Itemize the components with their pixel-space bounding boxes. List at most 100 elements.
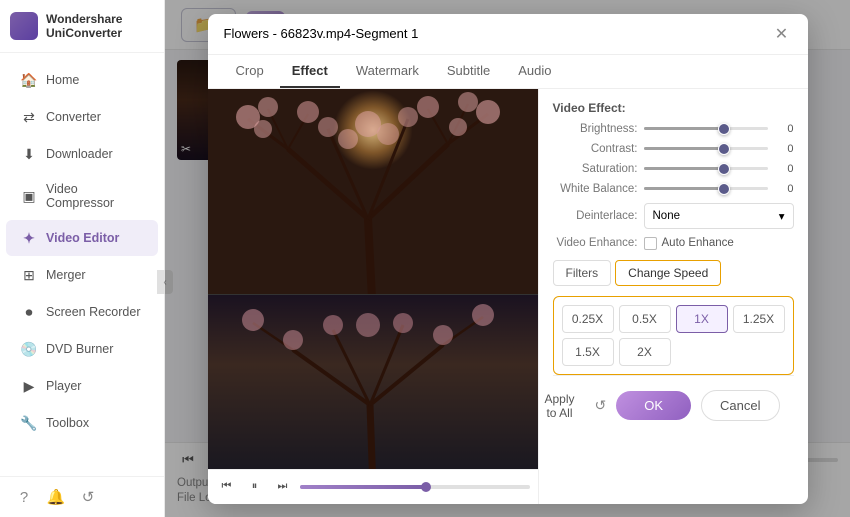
saturation-slider[interactable] bbox=[644, 167, 768, 170]
brightness-label: Brightness: bbox=[553, 123, 638, 135]
modal-footer: Apply to All ↺ OK Cancel bbox=[553, 375, 794, 436]
sidebar-item-dvd-label: DVD Burner bbox=[46, 342, 113, 356]
sidebar-item-home-label: Home bbox=[46, 73, 79, 87]
apply-to-all-label: Apply to All bbox=[544, 392, 574, 420]
saturation-thumb[interactable] bbox=[718, 163, 730, 175]
tab-change-speed[interactable]: Change Speed bbox=[615, 260, 721, 286]
tab-crop[interactable]: Crop bbox=[224, 55, 276, 88]
screen-recorder-icon: ⏺ bbox=[20, 303, 38, 321]
home-icon: 🏠 bbox=[20, 71, 38, 89]
brightness-slider[interactable] bbox=[644, 127, 768, 130]
white-balance-fill bbox=[644, 187, 725, 190]
sidebar-item-editor-label: Video Editor bbox=[46, 231, 119, 245]
merger-icon: ⊞ bbox=[20, 266, 38, 284]
auto-enhance-container: Auto Enhance bbox=[644, 237, 734, 250]
sidebar-item-compressor-label: Video Compressor bbox=[46, 182, 144, 210]
sidebar-item-converter[interactable]: ⇄ Converter bbox=[6, 99, 158, 135]
speed-btn-1[interactable]: 1X bbox=[676, 305, 728, 333]
speed-btn-2[interactable]: 2X bbox=[619, 338, 671, 366]
speed-btn-05[interactable]: 0.5X bbox=[619, 305, 671, 333]
help-icon[interactable]: ? bbox=[14, 487, 34, 507]
sidebar-header: Wondershare UniConverter bbox=[0, 0, 164, 53]
modal-close-button[interactable]: ✕ bbox=[772, 24, 792, 44]
ok-button[interactable]: OK bbox=[616, 391, 691, 420]
modal-next-button[interactable]: ⏭ bbox=[272, 476, 294, 498]
white-balance-label: White Balance: bbox=[553, 183, 638, 195]
video-editor-icon: ✦ bbox=[20, 229, 38, 247]
filter-tabs: Filters Change Speed bbox=[553, 260, 794, 286]
video-enhance-row: Video Enhance: Auto Enhance bbox=[553, 237, 794, 250]
tree-svg bbox=[208, 89, 538, 295]
modal-title: Flowers - 66823v.mp4-Segment 1 bbox=[224, 26, 419, 41]
sidebar-item-downloader-label: Downloader bbox=[46, 147, 113, 161]
dvd-burner-icon: 💿 bbox=[20, 340, 38, 358]
sidebar: Wondershare UniConverter 🏠 Home ⇄ Conver… bbox=[0, 0, 165, 517]
sidebar-footer: ? 🔔 ↺ bbox=[0, 476, 164, 517]
saturation-fill bbox=[644, 167, 725, 170]
apply-to-all-button[interactable]: Apply to All bbox=[538, 386, 585, 426]
brightness-value: 0 bbox=[774, 123, 794, 135]
speed-btn-025[interactable]: 0.25X bbox=[562, 305, 614, 333]
speed-grid: 0.25X 0.5X 1X 1.25X 1.5X 2X bbox=[553, 296, 794, 375]
sidebar-item-toolbox[interactable]: 🔧 Toolbox bbox=[6, 405, 158, 441]
modal-overlay: Flowers - 66823v.mp4-Segment 1 ✕ Crop Ef… bbox=[165, 0, 850, 517]
sidebar-item-dvd-burner[interactable]: 💿 DVD Burner bbox=[6, 331, 158, 367]
tab-effect[interactable]: Effect bbox=[280, 55, 340, 88]
auto-enhance-checkbox[interactable] bbox=[644, 237, 657, 250]
toolbox-icon: 🔧 bbox=[20, 414, 38, 432]
deinterlace-label: Deinterlace: bbox=[553, 210, 638, 222]
main-content: 📁+ ✂ ✂ ⏮ ⏸ ⏭ Output Format: Fi bbox=[165, 0, 850, 517]
video-compressor-icon: ▣ bbox=[20, 187, 38, 205]
modal-pause-button[interactable]: ⏸ bbox=[244, 476, 266, 498]
deinterlace-select[interactable]: None ▾ bbox=[644, 203, 794, 229]
sidebar-item-merger-label: Merger bbox=[46, 268, 86, 282]
saturation-label: Saturation: bbox=[553, 163, 638, 175]
tab-watermark[interactable]: Watermark bbox=[344, 55, 431, 88]
modal-body: Output Preview 00:01/00:06 bbox=[208, 89, 808, 504]
deinterlace-row: Deinterlace: None ▾ bbox=[553, 203, 794, 229]
white-balance-thumb[interactable] bbox=[718, 183, 730, 195]
brightness-fill bbox=[644, 127, 725, 130]
sidebar-item-downloader[interactable]: ⬇ Downloader bbox=[6, 136, 158, 172]
speed-btn-125[interactable]: 1.25X bbox=[733, 305, 785, 333]
cancel-button[interactable]: Cancel bbox=[701, 390, 779, 421]
contrast-thumb[interactable] bbox=[718, 143, 730, 155]
downloader-icon: ⬇ bbox=[20, 145, 38, 163]
modal-video-top: Output Preview 00:01/00:06 bbox=[208, 89, 538, 295]
edit-modal: Flowers - 66823v.mp4-Segment 1 ✕ Crop Ef… bbox=[208, 14, 808, 504]
white-balance-row: White Balance: 0 bbox=[553, 183, 794, 195]
contrast-row: Contrast: 0 bbox=[553, 143, 794, 155]
sidebar-item-converter-label: Converter bbox=[46, 110, 101, 124]
contrast-fill bbox=[644, 147, 725, 150]
tab-subtitle[interactable]: Subtitle bbox=[435, 55, 502, 88]
sidebar-item-player[interactable]: ▶ Player bbox=[6, 368, 158, 404]
modal-progress-bar[interactable] bbox=[300, 485, 530, 489]
sidebar-item-video-compressor[interactable]: ▣ Video Compressor bbox=[6, 173, 158, 219]
reset-icon[interactable]: ↺ bbox=[595, 397, 607, 414]
white-balance-slider[interactable] bbox=[644, 187, 768, 190]
speed-btn-15[interactable]: 1.5X bbox=[562, 338, 614, 366]
sidebar-item-merger[interactable]: ⊞ Merger bbox=[6, 257, 158, 293]
tab-audio[interactable]: Audio bbox=[506, 55, 563, 88]
sidebar-item-home[interactable]: 🏠 Home bbox=[6, 62, 158, 98]
sidebar-nav: 🏠 Home ⇄ Converter ⬇ Downloader ▣ Video … bbox=[0, 53, 164, 476]
sidebar-item-screen-recorder[interactable]: ⏺ Screen Recorder bbox=[6, 294, 158, 330]
refresh-icon[interactable]: ↺ bbox=[78, 487, 98, 507]
app-title: Wondershare UniConverter bbox=[46, 12, 154, 40]
contrast-value: 0 bbox=[774, 143, 794, 155]
notification-icon[interactable]: 🔔 bbox=[46, 487, 66, 507]
contrast-slider[interactable] bbox=[644, 147, 768, 150]
modal-tabs: Crop Effect Watermark Subtitle Audio bbox=[208, 55, 808, 89]
brightness-thumb[interactable] bbox=[718, 123, 730, 135]
converter-icon: ⇄ bbox=[20, 108, 38, 126]
modal-progress-fill bbox=[300, 485, 427, 489]
modal-progress-thumb bbox=[421, 482, 431, 492]
saturation-value: 0 bbox=[774, 163, 794, 175]
app-logo bbox=[10, 12, 38, 40]
sidebar-item-player-label: Player bbox=[46, 379, 81, 393]
tree-svg-2 bbox=[208, 295, 538, 468]
tab-filters[interactable]: Filters bbox=[553, 260, 612, 286]
sidebar-item-video-editor[interactable]: ✦ Video Editor bbox=[6, 220, 158, 256]
modal-prev-button[interactable]: ⏮ bbox=[216, 476, 238, 498]
auto-enhance-label: Auto Enhance bbox=[662, 237, 734, 249]
